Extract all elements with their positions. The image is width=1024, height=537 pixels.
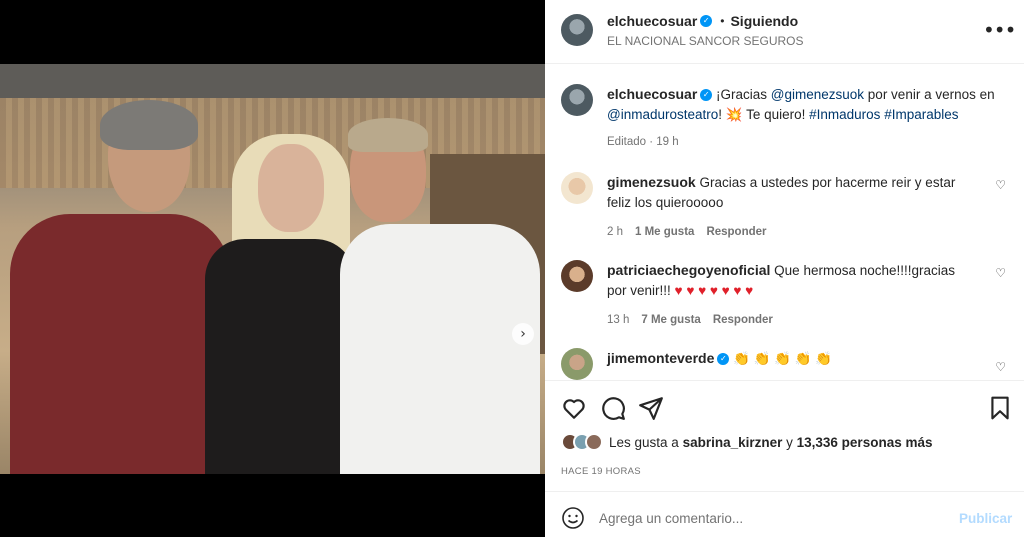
comment-username[interactable]: patriciaechegoyenoficial [607, 262, 770, 278]
post-timestamp[interactable]: HACE 19 HORAS [561, 466, 641, 477]
caption-username[interactable]: elchuecosuar [607, 86, 697, 102]
likes-text: Les gusta a sabrina_kirzner y 13,336 per… [609, 435, 932, 450]
post-caption: elchuecosuar ✓ ¡Gracias @gimenezsuok por … [561, 84, 1001, 148]
reply-button[interactable]: Responder [706, 226, 766, 238]
mention-gimenezsuok[interactable]: @gimenezsuok [771, 87, 864, 102]
author-username[interactable]: elchuecosuar [607, 13, 697, 29]
verified-badge-icon: ✓ [717, 353, 730, 366]
separator-dot: • [720, 14, 725, 28]
share-paper-plane-icon[interactable] [638, 395, 664, 421]
save-bookmark-icon[interactable] [987, 395, 1013, 421]
comment-text: 👏 👏 👏 👏 👏 [733, 351, 833, 366]
likes-summary: Les gusta a sabrina_kirzner y 13,336 per… [561, 433, 932, 451]
post-location[interactable]: EL NACIONAL SANCOR SEGUROS [607, 34, 804, 48]
like-heart-icon[interactable] [561, 395, 587, 421]
reply-button[interactable]: Responder [713, 314, 773, 326]
post-actions: Les gusta a sabrina_kirzner y 13,336 per… [545, 380, 1024, 490]
liker-avatar [585, 433, 603, 451]
next-slide-chevron-icon[interactable]: › [512, 323, 534, 345]
comment-body: jimemonteverde ✓ 👏 👏 👏 👏 👏 [607, 348, 973, 369]
caption-text-part: ¡Gracias [716, 87, 771, 102]
person-left-body [10, 214, 230, 474]
post-photo[interactable]: › [0, 64, 545, 474]
verified-badge-icon: ✓ [700, 15, 713, 27]
author-row: elchuecosuar ✓ • Siguiendo [607, 13, 798, 29]
comment-meta: 2 h 1 Me gusta Responder [607, 226, 1006, 238]
add-comment-bar: Agrega un comentario... Publicar [545, 491, 1024, 537]
comment-item: gimenezsuok Gracias a ustedes por hacerm… [561, 172, 1006, 238]
liker-username[interactable]: sabrina_kirzner [683, 435, 783, 450]
comment-body: patriciaechegoyenoficial Que hermosa noc… [607, 260, 973, 301]
hashtag-imparables[interactable]: #Imparables [884, 107, 958, 122]
post-media: › [0, 0, 545, 537]
likes-middle: y [782, 434, 797, 450]
comment-bubble-icon[interactable] [600, 395, 626, 421]
comment-username[interactable]: gimenezsuok [607, 174, 696, 190]
person-right-hair [348, 118, 428, 152]
mention-inmadurosteatro[interactable]: @inmadurosteatro [607, 107, 718, 122]
comment-meta: 13 h 7 Me gusta Responder [607, 314, 1006, 326]
author-avatar[interactable] [561, 14, 593, 46]
emoji-smiley-icon[interactable] [561, 506, 585, 530]
commenter-avatar[interactable] [561, 260, 593, 292]
publish-button[interactable]: Publicar [959, 511, 1012, 526]
caption-text-part: por venir a vernos en [864, 87, 995, 102]
hashtag-inmaduros[interactable]: #Inmaduros [809, 107, 880, 122]
more-dots-icon[interactable]: ••• [983, 18, 1016, 42]
comment-time: 2 h [607, 226, 623, 238]
comment-like-heart-icon[interactable]: ♡ [995, 178, 1006, 192]
comment-time: 13 h [607, 314, 630, 326]
commenter-avatar[interactable] [561, 348, 593, 380]
comment-item: patriciaechegoyenoficial Que hermosa noc… [561, 260, 1006, 326]
verified-badge-icon: ✓ [700, 89, 713, 102]
comment-item: jimemonteverde ✓ 👏 👏 👏 👏 👏 ♡ [561, 348, 1006, 380]
likes-count-link[interactable]: 13,336 personas más [797, 435, 933, 450]
caption-text: elchuecosuar ✓ ¡Gracias @gimenezsuok por … [607, 84, 1001, 125]
comment-like-heart-icon[interactable]: ♡ [995, 266, 1006, 280]
post-side-panel: elchuecosuar ✓ • Siguiendo EL NACIONAL S… [545, 0, 1024, 537]
likes-prefix: Les gusta a [609, 434, 683, 450]
caption-text-part: ! 💥 Te quiero! [718, 107, 810, 122]
caption-meta: Editado · 19 h [607, 136, 679, 148]
red-hearts: ♥ ♥ ♥ ♥ ♥ ♥ ♥ [674, 283, 754, 298]
person-middle-head [258, 144, 324, 232]
following-button[interactable]: Siguiendo [730, 13, 798, 29]
comment-likes-link[interactable]: 7 Me gusta [641, 314, 700, 326]
comment-username[interactable]: jimemonteverde [607, 350, 714, 366]
commenter-avatar[interactable] [561, 172, 593, 204]
comment-body: gimenezsuok Gracias a ustedes por hacerm… [607, 172, 973, 213]
comment-input[interactable]: Agrega un comentario... [599, 511, 743, 526]
person-right-body [340, 224, 540, 474]
person-left-hair [100, 100, 198, 150]
post-header: elchuecosuar ✓ • Siguiendo EL NACIONAL S… [545, 0, 1024, 64]
caption-avatar[interactable] [561, 84, 593, 116]
person-middle-body [205, 239, 355, 474]
photo-ceiling [0, 64, 545, 98]
comment-like-heart-icon[interactable]: ♡ [995, 360, 1006, 374]
comment-likes-link[interactable]: 1 Me gusta [635, 226, 694, 238]
comments-list[interactable]: elchuecosuar ✓ ¡Gracias @gimenezsuok por … [545, 64, 1024, 380]
